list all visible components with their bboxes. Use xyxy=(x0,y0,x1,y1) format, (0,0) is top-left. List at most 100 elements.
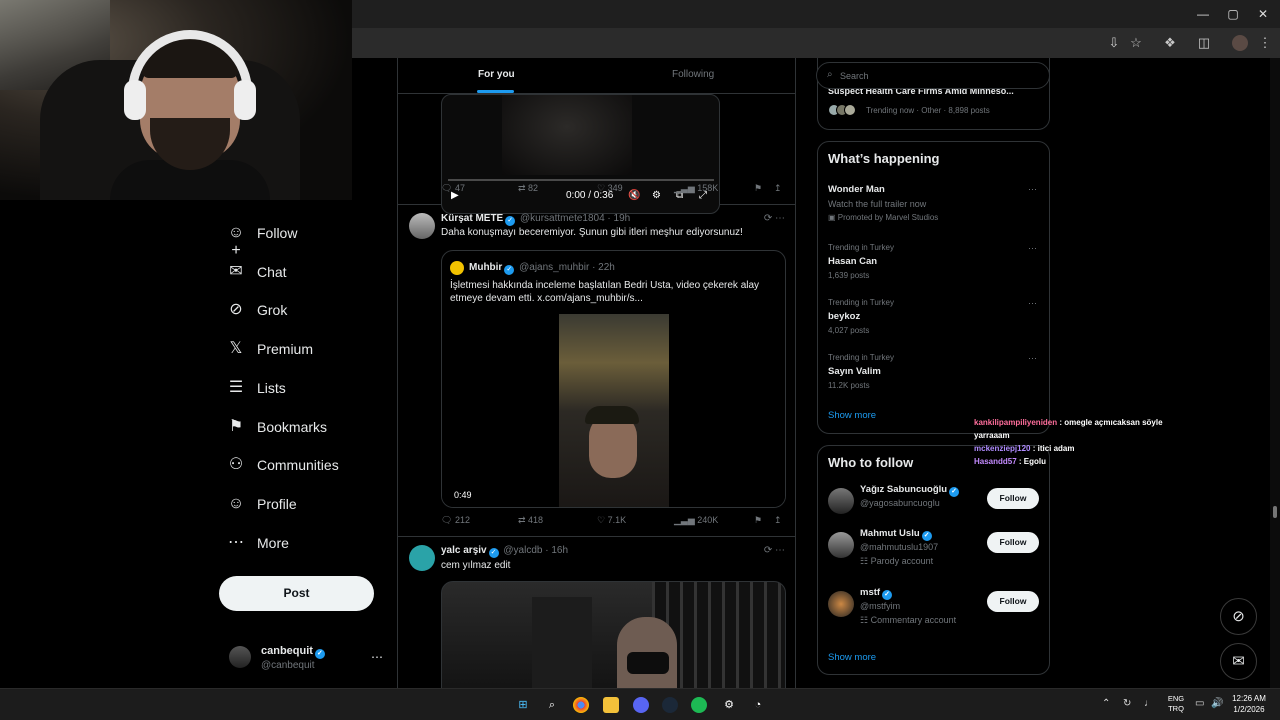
taskbar: ⊞ ⌕ ⚙ ◔ ⌃ ↻ ♩ ENG TRQ ▭ 🔊 12:26 AM 1/2/202… xyxy=(0,688,1280,720)
close-button[interactable]: ✕ xyxy=(1255,6,1271,22)
chrome-icon[interactable] xyxy=(573,697,589,713)
bookmark-star-icon[interactable]: ☆ xyxy=(1128,35,1144,51)
nav-profile[interactable]: ☺ Profile xyxy=(227,491,297,517)
share-icon[interactable]: ↥ xyxy=(774,515,782,526)
section-title: What’s happening xyxy=(828,151,940,166)
scrollbar-thumb[interactable] xyxy=(1273,506,1277,518)
account-switcher[interactable]: canbequit ✓ @canbequit ⋯ xyxy=(229,644,389,674)
tweet-author-handle[interactable]: @kursattmete1804 · 19h xyxy=(520,213,630,224)
messages-fab-icon[interactable]: ✉ xyxy=(1220,643,1257,680)
start-icon[interactable]: ⊞ xyxy=(515,697,531,713)
steam-icon[interactable] xyxy=(662,697,678,713)
reply-button[interactable]: 🗨 212 xyxy=(441,515,470,526)
tweet[interactable]: Kürşat METE ✓ @kursattmete1804 · 19h ⟳ ⋯ … xyxy=(398,205,795,537)
trend-item[interactable]: Wonder Man Watch the full trailer now ▣ … xyxy=(828,184,1043,222)
tweet-author-handle[interactable]: @yalcdb · 16h xyxy=(503,545,568,556)
avatar xyxy=(828,532,854,558)
webcam-overlay xyxy=(0,0,352,200)
whats-happening-card: What’s happening Wonder Man Watch the fu… xyxy=(817,141,1050,434)
tweet-more-icon[interactable]: ⟳ ⋯ xyxy=(764,213,785,224)
nav-bookmarks[interactable]: ⚑ Bookmarks xyxy=(227,414,327,440)
trend-more-icon[interactable]: ⋯ xyxy=(1028,298,1037,309)
like-button[interactable]: ♡ 7.1K xyxy=(597,515,626,526)
tweet[interactable]: yalc arşiv ✓ @yalcdb · 16h ⟳ ⋯ cem yılmaz… xyxy=(398,537,795,688)
settings-icon[interactable]: ⚙ xyxy=(721,697,737,713)
search-input[interactable]: ⌕ Search xyxy=(816,62,1050,89)
avatar[interactable] xyxy=(409,545,435,571)
follow-suggestion[interactable]: Mahmut Uslu ✓ @mahmutuslu1907 ☷ Parody ac… xyxy=(828,528,1043,572)
follow-icon: ☺+ xyxy=(227,224,245,259)
display-icon[interactable]: ▭ xyxy=(1195,698,1204,709)
bookmark-icon: ⚑ xyxy=(228,418,244,435)
search-icon[interactable]: ⌕ xyxy=(544,697,560,713)
bookmark-icon[interactable]: ⚑ xyxy=(754,183,762,194)
views-button[interactable]: ▁▃▅ 240K xyxy=(674,515,718,526)
tweet-author-name[interactable]: Kürşat METE xyxy=(441,213,503,224)
install-app-icon[interactable]: ⇩ xyxy=(1106,35,1122,51)
bookmark-icon[interactable]: ⚑ xyxy=(754,515,762,526)
sidepanel-icon[interactable]: ◫ xyxy=(1196,35,1212,51)
tab-for-you[interactable]: For you xyxy=(478,69,515,80)
trend-more-icon[interactable]: ⋯ xyxy=(1028,353,1037,364)
video-progress-bar[interactable] xyxy=(448,179,714,181)
nav-follow[interactable]: ☺+ Follow xyxy=(227,220,298,259)
tray-chevron-icon[interactable]: ⌃ xyxy=(1102,698,1110,709)
follow-button[interactable]: Follow xyxy=(987,591,1039,612)
spotify-icon[interactable] xyxy=(691,697,707,713)
nav-communities[interactable]: ⚇ Communities xyxy=(227,452,339,478)
trend-meta: Trending now · Other · 8,898 posts xyxy=(866,106,990,115)
mic-icon[interactable]: ♩ xyxy=(1144,698,1154,709)
nav-more[interactable]: ⋯ More xyxy=(227,530,289,556)
reply-button[interactable]: 🗨 47 xyxy=(441,183,465,194)
tweet-video[interactable] xyxy=(441,581,786,688)
nav-premium[interactable]: 𝕏 Premium xyxy=(227,336,313,362)
tweet-author-name[interactable]: yalc arşiv xyxy=(441,545,487,556)
like-button[interactable]: ♡ 349 xyxy=(597,183,623,194)
post-button[interactable]: Post xyxy=(219,576,374,611)
timeline[interactable]: For you Following ▶ 0:00 / 0:36 🔇 ⚙ ⧉ ⤢ … xyxy=(397,58,796,688)
extensions-icon[interactable]: ❖ xyxy=(1162,35,1178,51)
verified-icon: ✓ xyxy=(504,265,515,275)
grok-icon: ⊘ xyxy=(229,301,243,318)
system-clock[interactable]: 12:26 AM 1/2/2026 xyxy=(1226,693,1272,715)
nav-lists[interactable]: ☰ Lists xyxy=(227,375,286,401)
share-icon[interactable]: ↥ xyxy=(774,183,782,194)
page-scrollbar[interactable] xyxy=(1270,58,1280,688)
follow-suggestion[interactable]: mstf ✓ @mstfyim ☷ Commentary account Foll… xyxy=(828,587,1043,631)
app-icon[interactable]: ◔ xyxy=(750,697,766,713)
browser-menu-icon[interactable]: ⋮ xyxy=(1257,35,1273,51)
views-button[interactable]: ▁▃▅ 158K xyxy=(674,183,718,194)
tweet-more-icon[interactable]: ⟳ ⋯ xyxy=(764,545,785,556)
grok-fab-icon[interactable]: ⊘ xyxy=(1220,598,1257,635)
minimize-button[interactable]: — xyxy=(1195,6,1211,22)
profile-avatar-icon[interactable] xyxy=(1232,35,1248,51)
follow-button[interactable]: Follow xyxy=(987,488,1039,509)
trend-more-icon[interactable]: ⋯ xyxy=(1028,184,1037,195)
maximize-button[interactable]: ▢ xyxy=(1225,6,1241,22)
nav-grok[interactable]: ⊘ Grok xyxy=(227,297,287,323)
more-options-icon[interactable]: ⋯ xyxy=(371,650,383,664)
repost-button[interactable]: ⇄ 418 xyxy=(518,515,543,526)
show-more-link[interactable]: Show more xyxy=(828,410,876,421)
trend-item[interactable]: Trending in Turkey Sayın Valim 11.2K pos… xyxy=(828,353,1043,390)
follow-suggestion[interactable]: Yağız Sabuncuoğlu ✓ @yagosabuncuoglu Foll… xyxy=(828,484,1043,528)
quote-video[interactable]: 0:49 xyxy=(442,314,785,507)
avatar xyxy=(828,591,854,617)
tab-following[interactable]: Following xyxy=(672,69,714,80)
repost-button[interactable]: ⇄ 82 xyxy=(518,183,538,194)
communities-icon: ⚇ xyxy=(228,456,244,473)
language-indicator[interactable]: ENG TRQ xyxy=(1162,694,1190,714)
volume-icon[interactable]: 🔊 xyxy=(1211,698,1223,709)
nav-chat[interactable]: ✉ Chat xyxy=(227,259,286,285)
trend-item[interactable]: Trending in Turkey beykoz 4,027 posts ⋯ xyxy=(828,298,1043,335)
discord-icon[interactable] xyxy=(633,697,649,713)
file-explorer-icon[interactable] xyxy=(603,697,619,713)
sync-icon[interactable]: ↻ xyxy=(1123,698,1131,709)
avatar[interactable] xyxy=(409,213,435,239)
quoted-tweet[interactable]: Muhbir ✓ @ajans_muhbir · 22h İşletmesi ha… xyxy=(441,250,786,508)
trend-item[interactable]: Trending in Turkey Hasan Can 1,639 posts… xyxy=(828,243,1043,280)
follow-button[interactable]: Follow xyxy=(987,532,1039,553)
show-more-link[interactable]: Show more xyxy=(828,652,876,663)
trend-more-icon[interactable]: ⋯ xyxy=(1028,243,1037,254)
tweet-text: cem yılmaz edit xyxy=(441,560,511,571)
